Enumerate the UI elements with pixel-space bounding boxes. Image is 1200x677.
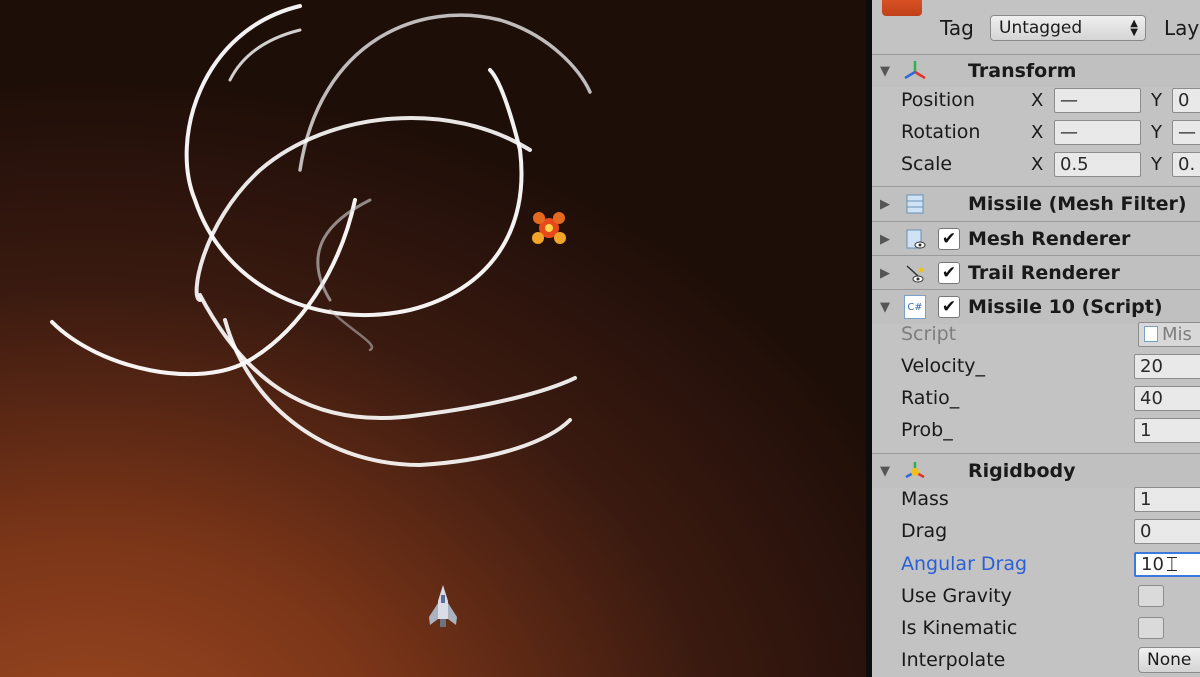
trail-renderer-enabled-checkbox[interactable]: ✔ xyxy=(938,262,960,284)
scale-row: Scale X 0.5 Y 0. xyxy=(872,148,1200,180)
layer-label: Lay xyxy=(1164,16,1200,40)
trail xyxy=(316,198,372,302)
rotation-row: Rotation X — Y — xyxy=(872,116,1200,148)
interpolate-label: Interpolate xyxy=(901,649,1006,671)
mesh-renderer-enabled-checkbox[interactable]: ✔ xyxy=(938,228,960,250)
is-kinematic-row: Is Kinematic xyxy=(872,612,1200,644)
transform-icon xyxy=(904,60,926,82)
angular-drag-label: Angular Drag xyxy=(901,553,1028,575)
script-object-field[interactable]: Mis xyxy=(1138,321,1200,347)
mesh-renderer-header[interactable]: ▶ ✔ Mesh Renderer xyxy=(872,221,1200,256)
rigidbody-icon xyxy=(904,460,926,482)
scale-y-label[interactable]: Y xyxy=(1151,154,1162,175)
mass-label: Mass xyxy=(901,488,949,510)
script-enabled-checkbox[interactable]: ✔ xyxy=(938,296,960,318)
ratio-field[interactable]: 40 xyxy=(1134,385,1200,411)
enemy-ship-icon xyxy=(530,208,568,252)
rotation-y-field[interactable]: — xyxy=(1172,119,1200,145)
trail-renderer-title: Trail Renderer xyxy=(968,262,1120,284)
trail xyxy=(50,198,357,377)
use-gravity-checkbox[interactable] xyxy=(1138,585,1164,607)
missile-trails xyxy=(50,4,592,468)
drag-label: Drag xyxy=(901,520,948,542)
spaceship-icon xyxy=(427,583,459,633)
interpolate-row: Interpolate None xyxy=(872,644,1200,676)
foldout-expanded-icon[interactable]: ▼ xyxy=(880,64,890,79)
mesh-renderer-icon xyxy=(904,228,926,250)
csharp-script-icon: C# xyxy=(904,295,926,319)
trail-renderer-header[interactable]: ▶ ✔ Trail Renderer xyxy=(872,255,1200,290)
scale-x-field[interactable]: 0.5 xyxy=(1054,151,1141,177)
gameobject-icon xyxy=(882,0,922,16)
tag-value: Untagged xyxy=(999,18,1083,38)
mass-row: Mass 1 xyxy=(872,483,1200,515)
rotation-label: Rotation xyxy=(901,121,981,143)
angular-drag-row: Angular Drag 10 ⌶ xyxy=(872,548,1200,580)
position-y-field[interactable]: 0 xyxy=(1172,87,1200,113)
foldout-collapsed-icon[interactable]: ▶ xyxy=(880,266,890,281)
interpolate-value: None xyxy=(1147,650,1192,670)
prob-field[interactable]: 1 xyxy=(1134,417,1200,443)
position-y-label[interactable]: Y xyxy=(1151,90,1162,111)
interpolate-dropdown[interactable]: None xyxy=(1138,647,1200,673)
position-label: Position xyxy=(901,89,975,111)
prob-row: Prob_ 1 xyxy=(872,414,1200,446)
scale-y-field[interactable]: 0. xyxy=(1172,151,1200,177)
is-kinematic-checkbox[interactable] xyxy=(1138,617,1164,639)
foldout-expanded-icon[interactable]: ▼ xyxy=(880,464,890,479)
tag-dropdown[interactable]: Untagged ▲ ▼ xyxy=(990,15,1146,41)
tag-label: Tag xyxy=(940,16,974,40)
velocity-field[interactable]: 20 xyxy=(1134,353,1200,379)
velocity-label: Velocity_ xyxy=(901,355,986,377)
scale-x-label[interactable]: X xyxy=(1031,154,1043,175)
velocity-row: Velocity_ 20 xyxy=(872,350,1200,382)
transform-header[interactable]: ▼ Transform xyxy=(872,54,1200,87)
prob-label: Prob_ xyxy=(901,419,953,441)
angular-drag-field[interactable]: 10 ⌶ xyxy=(1134,551,1200,577)
ratio-label: Ratio_ xyxy=(901,387,960,409)
position-row: Position X — Y 0 xyxy=(872,84,1200,116)
mesh-filter-icon xyxy=(904,193,926,215)
position-x-label[interactable]: X xyxy=(1031,90,1043,111)
foldout-collapsed-icon[interactable]: ▶ xyxy=(880,232,890,247)
transform-title: Transform xyxy=(968,60,1077,82)
trail xyxy=(298,13,592,172)
angular-drag-value: 10 xyxy=(1141,553,1164,575)
trail xyxy=(184,4,524,318)
foldout-collapsed-icon[interactable]: ▶ xyxy=(880,197,890,212)
script-label: Script xyxy=(901,323,957,345)
csharp-file-icon xyxy=(1144,326,1158,342)
drag-field[interactable]: 0 xyxy=(1134,518,1200,544)
use-gravity-label: Use Gravity xyxy=(901,585,1012,607)
tag-row: Tag Untagged ▲ ▼ Lay xyxy=(872,0,1200,46)
rigidbody-title: Rigidbody xyxy=(968,460,1076,482)
text-cursor-icon: ⌶ xyxy=(1165,552,1178,576)
rotation-x-label[interactable]: X xyxy=(1031,122,1043,143)
foldout-expanded-icon[interactable]: ▼ xyxy=(880,300,890,315)
game-view xyxy=(0,0,866,677)
ratio-row: Ratio_ 40 xyxy=(872,382,1200,414)
is-kinematic-label: Is Kinematic xyxy=(901,617,1018,639)
trail-renderer-icon xyxy=(904,262,926,284)
script-ref-row: Script Mis xyxy=(872,318,1200,350)
position-x-field[interactable]: — xyxy=(1054,87,1141,113)
script-object-value: Mis xyxy=(1162,323,1192,345)
inspector-panel: Tag Untagged ▲ ▼ Lay ▼ Transform Position… xyxy=(872,0,1200,677)
rotation-y-label[interactable]: Y xyxy=(1151,122,1162,143)
mass-field[interactable]: 1 xyxy=(1134,486,1200,512)
mesh-filter-title: Missile (Mesh Filter) xyxy=(968,193,1187,215)
mesh-renderer-title: Mesh Renderer xyxy=(968,228,1131,250)
rotation-x-field[interactable]: — xyxy=(1054,119,1141,145)
drag-row: Drag 0 xyxy=(872,515,1200,547)
use-gravity-row: Use Gravity xyxy=(872,580,1200,612)
script-title: Missile 10 (Script) xyxy=(968,296,1163,318)
scale-label: Scale xyxy=(901,153,953,175)
mesh-filter-header[interactable]: ▶ Missile (Mesh Filter) xyxy=(872,186,1200,221)
updown-arrows-icon: ▲ ▼ xyxy=(1130,18,1138,38)
